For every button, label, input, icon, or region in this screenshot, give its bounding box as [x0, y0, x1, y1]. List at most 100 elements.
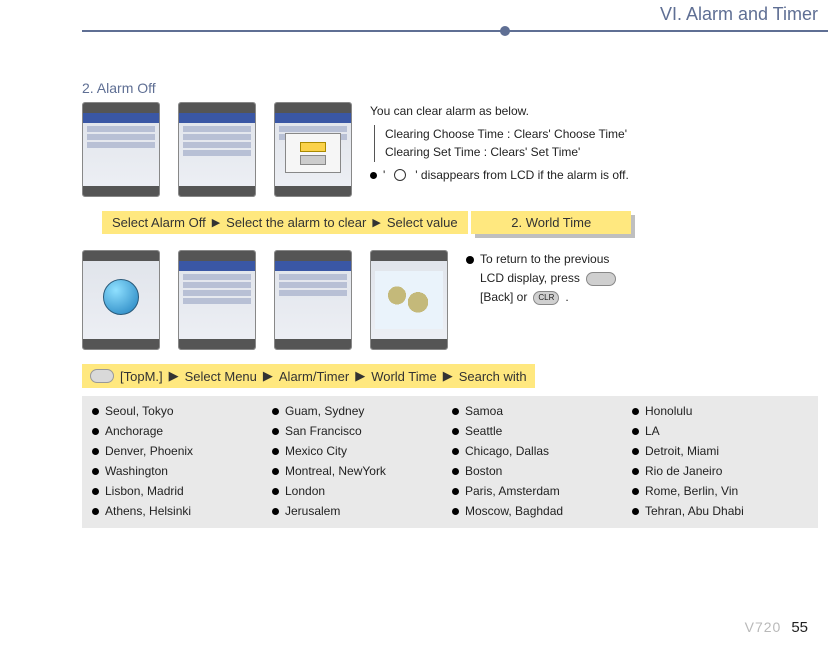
bullet-icon [632, 428, 639, 435]
city-name: LA [645, 424, 660, 438]
city-name: Paris, Amsterdam [465, 484, 560, 498]
city-name: Athens, Helsinki [105, 504, 191, 518]
city-list: Seoul, Tokyo Guam, Sydney Samoa Honolulu Anc… [82, 396, 818, 528]
phone-screenshot [82, 250, 160, 350]
city-item: San Francisco [272, 424, 448, 438]
city-item: Athens, Helsinki [92, 504, 268, 518]
model-number: V720 [745, 619, 782, 635]
phone-screenshot [82, 102, 160, 197]
city-name: Samoa [465, 404, 503, 418]
alarm-off-path: Select Alarm Off ▶ Select the alarm to c… [102, 211, 468, 234]
bullet-icon [632, 488, 639, 495]
world-time-path: [TopM.] ▶ Select Menu ▶ Alarm/Timer ▶ Wo… [82, 364, 535, 388]
arrow-icon: ▶ [355, 368, 365, 384]
bullet-icon [452, 488, 459, 495]
bullet-icon [92, 468, 99, 475]
city-name: Rio de Janeiro [645, 464, 722, 478]
section-tab-world-time: 2. World Time [471, 211, 631, 234]
city-item: Seattle [452, 424, 628, 438]
clear-choose-time: Clearing Choose Time : Clears' Choose Ti… [385, 125, 818, 144]
phone-screenshot [274, 250, 352, 350]
bullet-icon [92, 448, 99, 455]
path-step: [TopM.] [120, 369, 163, 384]
city-name: Chicago, Dallas [465, 444, 549, 458]
city-name: Mexico City [285, 444, 347, 458]
city-name: Washington [105, 464, 168, 478]
world-time-label: 2. World Time [511, 215, 591, 230]
bullet-icon [272, 468, 279, 475]
bullet-icon [632, 468, 639, 475]
phone-screenshot [178, 250, 256, 350]
bullet-icon [92, 508, 99, 515]
city-name: Jerusalem [285, 504, 340, 518]
bullet-icon [452, 448, 459, 455]
city-name: Montreal, NewYork [285, 464, 386, 478]
city-item: Mexico City [272, 444, 448, 458]
bullet-icon [92, 408, 99, 415]
city-name: Tehran, Abu Dhabi [645, 504, 744, 518]
alarm-icon [391, 168, 409, 182]
city-item: Seoul, Tokyo [92, 404, 268, 418]
phone-screenshot [370, 250, 448, 350]
bullet-icon [370, 172, 377, 179]
header-rule [82, 30, 828, 32]
return-line1: To return to the previous [480, 250, 609, 269]
bullet-icon [466, 256, 474, 264]
section-heading-alarm-off: 2. Alarm Off [82, 80, 818, 96]
path-step: Select the alarm to clear [226, 215, 366, 230]
city-name: Detroit, Miami [645, 444, 719, 458]
path-step: World Time [371, 369, 437, 384]
city-item: Anchorage [92, 424, 268, 438]
city-name: Honolulu [645, 404, 692, 418]
phone-screenshot [178, 102, 256, 197]
header-dot [500, 26, 510, 36]
city-name: Lisbon, Madrid [105, 484, 184, 498]
path-step: Select value [387, 215, 458, 230]
city-name: London [285, 484, 325, 498]
bullet-icon [272, 488, 279, 495]
page-footer: V720 55 [745, 619, 808, 636]
bullet-icon [632, 508, 639, 515]
bullet-icon [92, 488, 99, 495]
path-step: Select Menu [185, 369, 257, 384]
arrow-icon: ▶ [263, 368, 273, 384]
city-item: Rome, Berlin, Vin [632, 484, 808, 498]
disappear-text-a: ' [383, 166, 385, 185]
city-name: Boston [465, 464, 502, 478]
page-header: VI. Alarm and Timer [660, 4, 818, 25]
bullet-icon [92, 428, 99, 435]
city-item: Paris, Amsterdam [452, 484, 628, 498]
city-item: Montreal, NewYork [272, 464, 448, 478]
city-item: Samoa [452, 404, 628, 418]
page-number: 55 [791, 619, 808, 636]
city-name: Rome, Berlin, Vin [645, 484, 738, 498]
arrow-icon: ▶ [169, 368, 179, 384]
city-item: Denver, Phoenix [92, 444, 268, 458]
city-item: Washington [92, 464, 268, 478]
path-step: Alarm/Timer [279, 369, 349, 384]
bullet-icon [452, 468, 459, 475]
clear-set-time: Clearing Set Time : Clears' Set Time' [385, 143, 818, 162]
city-item: Tehran, Abu Dhabi [632, 504, 808, 518]
bullet-icon [452, 508, 459, 515]
bullet-icon [272, 408, 279, 415]
city-name: Guam, Sydney [285, 404, 364, 418]
city-item: Boston [452, 464, 628, 478]
city-name: Moscow, Baghdad [465, 504, 563, 518]
phone-screenshot [274, 102, 352, 197]
city-item: Moscow, Baghdad [452, 504, 628, 518]
bullet-icon [632, 448, 639, 455]
city-item: Jerusalem [272, 504, 448, 518]
soft-key-icon [90, 369, 114, 383]
return-instructions: To return to the previous LCD display, p… [466, 250, 818, 308]
city-item: London [272, 484, 448, 498]
city-item: Detroit, Miami [632, 444, 808, 458]
city-name: Denver, Phoenix [105, 444, 193, 458]
city-item: Rio de Janeiro [632, 464, 808, 478]
bullet-icon [272, 428, 279, 435]
city-item: Guam, Sydney [272, 404, 448, 418]
return-line3b: . [565, 288, 568, 307]
path-step: Search with [459, 369, 527, 384]
city-item: Lisbon, Madrid [92, 484, 268, 498]
path-step: Select Alarm Off [112, 215, 206, 230]
